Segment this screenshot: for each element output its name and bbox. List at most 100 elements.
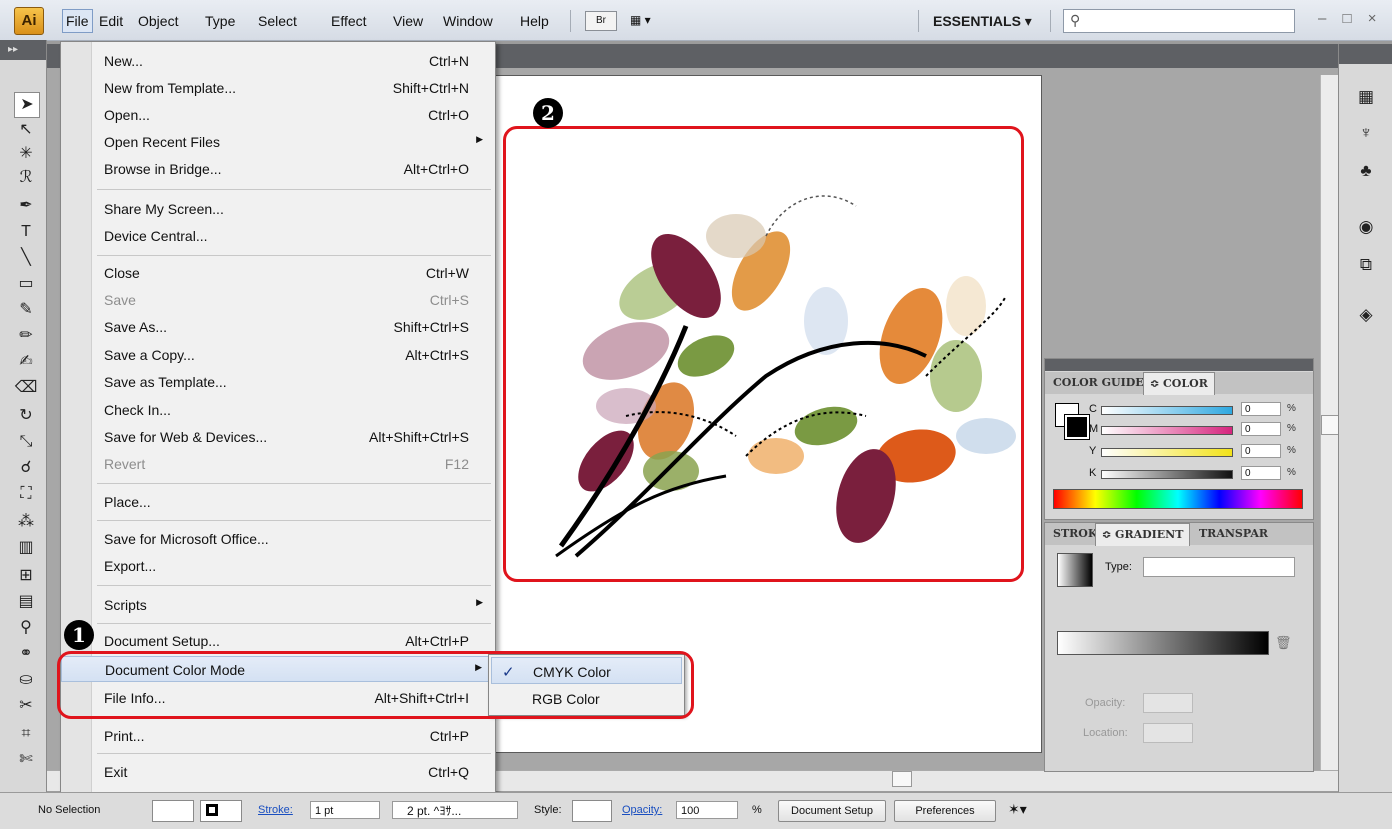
fill-color-picker[interactable] xyxy=(152,800,194,822)
tools-panel-header[interactable]: ▸▸ xyxy=(0,40,46,60)
bridge-button[interactable]: Br xyxy=(585,11,617,31)
slider-c-value[interactable]: 0 xyxy=(1241,402,1281,416)
paintbrush-icon[interactable]: ✎ xyxy=(14,298,38,322)
menu-item-check-in[interactable]: Check In... xyxy=(61,397,495,423)
dock-header[interactable] xyxy=(1339,44,1392,64)
opacity-input[interactable]: 100 xyxy=(676,801,738,819)
menu-object[interactable]: Object xyxy=(135,10,181,32)
gradient-type-select[interactable] xyxy=(1143,557,1295,577)
slider-k[interactable] xyxy=(1101,470,1233,479)
free-transform-icon[interactable]: ⛶ xyxy=(14,482,38,506)
slice-icon[interactable]: ✂ xyxy=(14,694,38,718)
tab-color-guide[interactable]: COLOR GUIDE xyxy=(1047,372,1150,394)
live-paint-icon[interactable]: ⛀ xyxy=(14,668,38,692)
menu-item-open-recent[interactable]: Open Recent Files ▶ xyxy=(61,129,495,155)
gradient-slider[interactable] xyxy=(1057,631,1269,655)
color-spectrum[interactable] xyxy=(1053,489,1303,509)
tab-gradient[interactable]: ≎ GRADIENT xyxy=(1095,523,1191,546)
blend-icon[interactable]: ⚭ xyxy=(14,642,38,666)
magic-wand-icon[interactable]: ✳ xyxy=(14,142,38,166)
workspace-switcher[interactable]: ESSENTIALS ▾ xyxy=(933,11,1032,31)
menu-item-exit[interactable]: Exit Ctrl+Q xyxy=(61,759,495,785)
layers-icon[interactable]: ◈ xyxy=(1353,302,1379,328)
menu-item-scripts[interactable]: Scripts ▶ xyxy=(61,592,495,618)
scale-icon[interactable]: ⤡ xyxy=(14,430,38,454)
slider-c[interactable] xyxy=(1101,406,1233,415)
pencil-icon[interactable]: ✏ xyxy=(14,324,38,348)
menu-item-print[interactable]: Print... Ctrl+P xyxy=(61,723,495,749)
menu-view[interactable]: View xyxy=(390,10,426,32)
menu-type[interactable]: Type xyxy=(202,10,238,32)
tab-transparency[interactable]: TRANSPAR xyxy=(1193,523,1274,545)
scissors-icon[interactable]: ✄ xyxy=(14,748,38,772)
window-controls[interactable]: – □ × xyxy=(1318,10,1383,27)
stroke-weight-input[interactable]: 1 pt xyxy=(310,801,380,819)
stop-location-input[interactable] xyxy=(1143,723,1193,743)
stop-opacity-input[interactable] xyxy=(1143,693,1193,713)
tab-color[interactable]: ≎ COLOR xyxy=(1143,372,1215,395)
menu-item-save-for-office[interactable]: Save for Microsoft Office... xyxy=(61,526,495,552)
menu-item-close[interactable]: Close Ctrl+W xyxy=(61,260,495,286)
menu-item-new-from-template[interactable]: New from Template... Shift+Ctrl+N xyxy=(61,75,495,101)
menu-item-save-as[interactable]: Save As... Shift+Ctrl+S xyxy=(61,314,495,340)
isolate-selected-icon[interactable]: ✶▾ xyxy=(1008,801,1027,818)
menu-edit[interactable]: Edit xyxy=(96,10,126,32)
stroke-color-picker[interactable] xyxy=(200,800,242,822)
type-icon[interactable]: T xyxy=(14,220,38,244)
column-graph-icon[interactable]: ▥ xyxy=(14,536,38,560)
pen-icon[interactable]: ✒ xyxy=(14,194,38,218)
rotate-icon[interactable]: ↻ xyxy=(14,404,38,428)
menu-select[interactable]: Select xyxy=(255,10,300,32)
lasso-icon[interactable]: ℛ xyxy=(14,166,38,190)
artboard-tool-icon[interactable]: ⌗ xyxy=(14,722,38,746)
document-setup-button[interactable]: Document Setup xyxy=(778,800,886,822)
menu-item-save-for-web[interactable]: Save for Web & Devices... Alt+Shift+Ctrl+… xyxy=(61,424,495,450)
menu-item-export[interactable]: Export... xyxy=(61,553,495,579)
symbol-sprayer-icon[interactable]: ⁂ xyxy=(14,510,38,534)
slider-m[interactable] xyxy=(1101,426,1233,435)
eraser-icon[interactable]: ⌫ xyxy=(14,376,38,400)
graphic-styles-icon[interactable]: ◉ xyxy=(1353,214,1379,240)
symbols-icon[interactable]: ♣ xyxy=(1353,158,1379,184)
menu-item-save-a-copy[interactable]: Save a Copy... Alt+Ctrl+S xyxy=(61,342,495,368)
warp-icon[interactable]: ☌ xyxy=(14,456,38,480)
stroke-swatch[interactable] xyxy=(1064,414,1090,440)
eyedropper-icon[interactable]: ⚲ xyxy=(14,616,38,640)
gradient-thumbnail[interactable] xyxy=(1057,553,1093,587)
opacity-label[interactable]: Opacity: xyxy=(622,804,662,816)
slider-k-value[interactable]: 0 xyxy=(1241,466,1281,480)
arrange-documents-button[interactable]: ▦ ▾ xyxy=(630,11,666,29)
color-panel-header[interactable] xyxy=(1045,359,1313,371)
menu-help[interactable]: Help xyxy=(517,10,552,32)
appearance-icon[interactable]: ⧉ xyxy=(1353,252,1379,278)
vertical-scroll-thumb[interactable] xyxy=(1321,415,1339,435)
stroke-label[interactable]: Stroke: xyxy=(258,804,293,816)
menu-item-open[interactable]: Open... Ctrl+O xyxy=(61,102,495,128)
mesh-icon[interactable]: ⊞ xyxy=(14,564,38,588)
search-input[interactable]: ⚲ xyxy=(1063,9,1295,33)
slider-m-value[interactable]: 0 xyxy=(1241,422,1281,436)
menu-item-new[interactable]: New... Ctrl+N xyxy=(61,48,495,74)
slider-y[interactable] xyxy=(1101,448,1233,457)
gradient-icon[interactable]: ▤ xyxy=(14,590,38,614)
menu-item-browse-in-bridge[interactable]: Browse in Bridge... Alt+Ctrl+O xyxy=(61,156,495,182)
horizontal-scroll-thumb[interactable] xyxy=(892,771,912,787)
menu-effect[interactable]: Effect xyxy=(328,10,370,32)
direct-selection-icon[interactable]: ↖ xyxy=(14,118,38,142)
menu-window[interactable]: Window xyxy=(440,10,496,32)
menu-item-device-central[interactable]: Device Central... xyxy=(61,223,495,249)
delete-stop-icon[interactable]: 🗑 xyxy=(1275,635,1292,651)
blob-brush-icon[interactable]: ✍ xyxy=(14,350,38,374)
rectangle-icon[interactable]: ▭ xyxy=(14,272,38,296)
menu-item-place[interactable]: Place... xyxy=(61,489,495,515)
menu-file[interactable]: File xyxy=(62,9,93,33)
slider-y-value[interactable]: 0 xyxy=(1241,444,1281,458)
selection-tool-icon[interactable]: ➤ xyxy=(14,92,40,118)
line-icon[interactable]: ╲ xyxy=(14,246,38,270)
brush-definition-select[interactable]: 2 pt. ^ﾖｻ... xyxy=(392,801,518,819)
menu-item-share-my-screen[interactable]: Share My Screen... xyxy=(61,196,495,222)
swatches-icon[interactable]: ▦ xyxy=(1353,84,1379,110)
style-picker[interactable] xyxy=(572,800,612,822)
brushes-icon[interactable]: ♆ xyxy=(1353,120,1379,146)
menu-item-save-as-template[interactable]: Save as Template... xyxy=(61,369,495,395)
